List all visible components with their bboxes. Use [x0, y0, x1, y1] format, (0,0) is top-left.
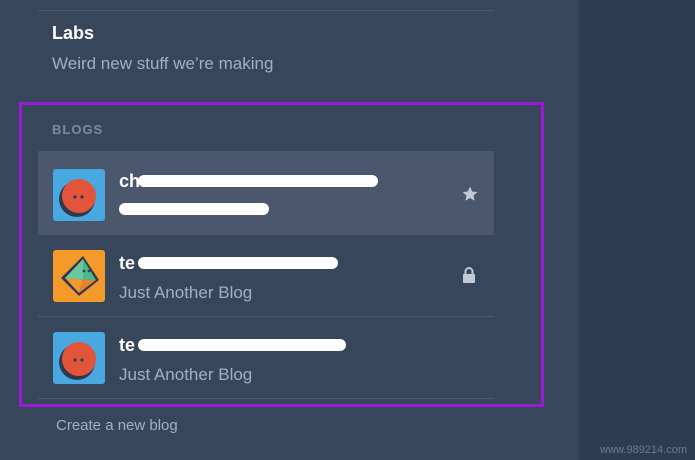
- labs-subtitle[interactable]: Weird new stuff we’re making: [52, 54, 273, 74]
- highlight-annotation-box: [19, 102, 544, 407]
- create-blog-link[interactable]: Create a new blog: [56, 417, 178, 434]
- watermark: www.989214.com: [600, 444, 687, 456]
- labs-title[interactable]: Labs: [52, 23, 94, 44]
- top-divider: [38, 10, 494, 11]
